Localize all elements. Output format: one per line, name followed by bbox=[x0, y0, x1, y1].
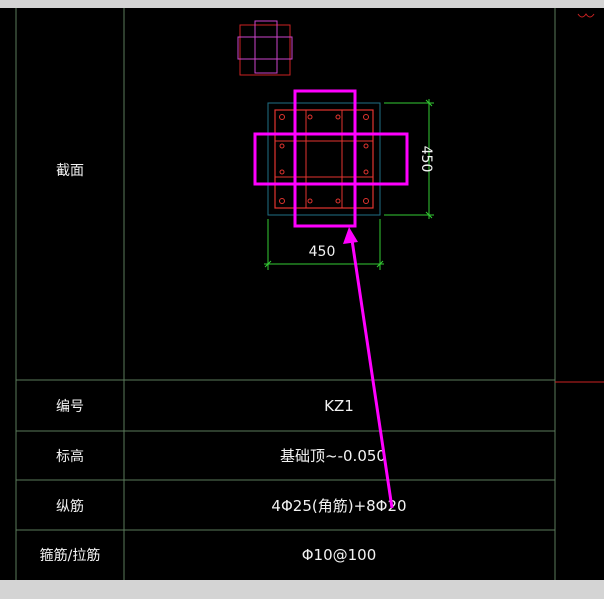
corner-mark-icon bbox=[577, 13, 595, 18]
annotation-arrow bbox=[343, 227, 394, 509]
table-grid bbox=[15, 8, 556, 580]
annotation-highlight bbox=[253, 89, 409, 228]
row-label-elevation: 标高 bbox=[56, 448, 84, 465]
row-label-id: 编号 bbox=[56, 399, 84, 415]
value-elevation: 基础顶~-0.050 bbox=[280, 447, 386, 465]
value-longitudinal-rebar: 4Φ25(角筋)+8Φ20 bbox=[271, 497, 406, 515]
row-label-longitudinal-rebar: 纵筋 bbox=[56, 498, 84, 515]
section-thumbnail bbox=[237, 20, 293, 76]
dimension-height-label: 450 bbox=[418, 146, 434, 173]
column-schedule-drawing: 截面 编号 标高 纵筋 箍筋/拉筋 KZ1 基础顶~-0.050 4Φ25(角筋… bbox=[15, 8, 604, 580]
concrete-outline bbox=[267, 102, 381, 216]
row-label-section: 截面 bbox=[56, 163, 84, 179]
dimension-width-label: 450 bbox=[309, 244, 336, 260]
stirrup-inner-vertical bbox=[305, 109, 343, 209]
value-id: KZ1 bbox=[324, 397, 354, 415]
stirrup-inner-horizontal bbox=[274, 140, 374, 178]
cad-drawing-canvas[interactable]: 截面 编号 标高 纵筋 箍筋/拉筋 KZ1 基础顶~-0.050 4Φ25(角筋… bbox=[0, 8, 604, 580]
value-stirrup: Φ10@100 bbox=[302, 546, 377, 564]
stirrup-outer bbox=[274, 109, 374, 209]
column-section bbox=[267, 102, 381, 216]
row-label-stirrup: 箍筋/拉筋 bbox=[40, 547, 101, 564]
